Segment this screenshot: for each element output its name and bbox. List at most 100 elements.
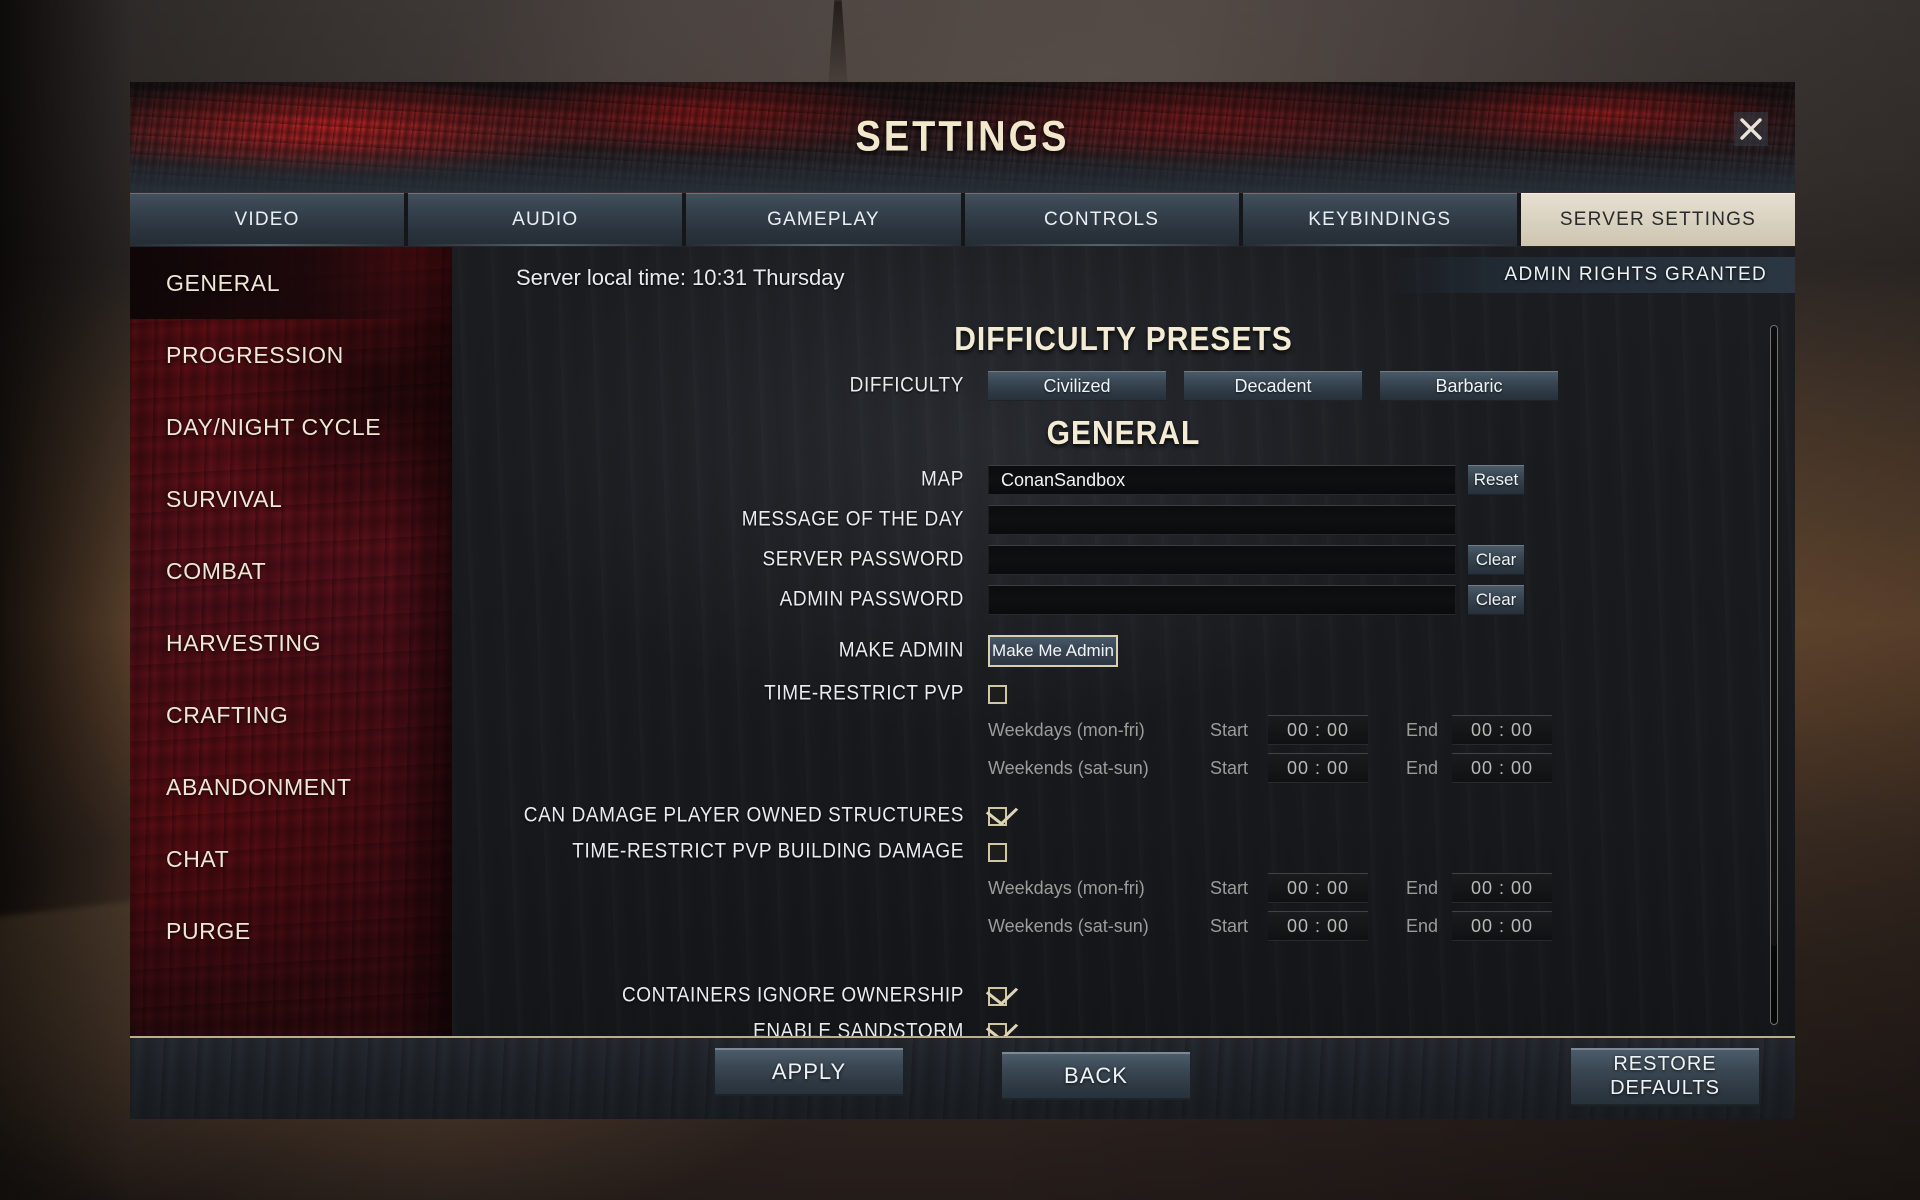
- difficulty-presets-heading: DIFFICULTY PRESETS: [954, 320, 1293, 358]
- server-password-row: SERVER PASSWORD Clear: [452, 545, 1795, 575]
- dialog-footer: APPLY BACK RESTORE DEFAULTS: [130, 1036, 1795, 1119]
- tab-label: SERVER SETTINGS: [1559, 209, 1756, 230]
- time-restrict-pvp-checkbox[interactable]: [988, 684, 1007, 704]
- sidebar-item-label: DAY/NIGHT CYCLE: [166, 413, 382, 440]
- building-weekdays-end-input[interactable]: 00 : 00: [1452, 873, 1552, 903]
- game-background: SETTINGS VIDEO AUDIO GAMEPLAY CONTROLS KEYBI…: [0, 0, 1920, 1200]
- building-weekdays-label: Weekdays (mon-fri): [988, 877, 1145, 898]
- motd-input[interactable]: [988, 505, 1456, 535]
- motd-row: MESSAGE OF THE DAY: [452, 505, 1795, 535]
- tab-video[interactable]: VIDEO: [130, 193, 405, 246]
- make-me-admin-button[interactable]: Make Me Admin: [988, 635, 1118, 667]
- restore-defaults-line2: DEFAULTS: [1610, 1077, 1720, 1099]
- scrollbar-thumb[interactable]: [1771, 326, 1777, 946]
- containers-ignore-ownership-row: CONTAINERS IGNORE OWNERSHIP: [452, 984, 1795, 1007]
- tab-keybindings[interactable]: KEYBINDINGS: [1242, 193, 1518, 246]
- restore-defaults-line1: RESTORE: [1613, 1053, 1717, 1076]
- pvp-weekends-row: Weekends (sat-sun) Start 00 : 00 End 00 …: [452, 753, 1795, 783]
- sidebar-item-abandonment[interactable]: ABANDONMENT: [130, 751, 452, 823]
- tab-audio[interactable]: AUDIO: [408, 193, 683, 246]
- settings-scroll-area[interactable]: DIFFICULTY PRESETS DIFFICULTY Civilized …: [452, 305, 1795, 1036]
- sidebar-item-label: COMBAT: [166, 557, 267, 584]
- map-reset-button[interactable]: Reset: [1468, 465, 1524, 495]
- sidebar-item-chat[interactable]: CHAT: [130, 823, 452, 895]
- pvp-weekends-end-input[interactable]: 00 : 00: [1452, 753, 1552, 783]
- pvp-weekdays-end-label: End: [1406, 719, 1439, 740]
- close-icon[interactable]: [1734, 112, 1768, 146]
- time-restrict-building-label: TIME-RESTRICT PVP BUILDING DAMAGE: [572, 839, 964, 863]
- sidebar-item-progression[interactable]: PROGRESSION: [130, 319, 452, 391]
- tab-label: GAMEPLAY: [767, 209, 880, 230]
- time-restrict-building-checkbox[interactable]: [988, 842, 1007, 862]
- sidebar-item-label: PURGE: [166, 917, 251, 944]
- difficulty-label: DIFFICULTY: [849, 373, 964, 397]
- admin-rights-label: ADMIN RIGHTS GRANTED: [1504, 264, 1767, 285]
- sidebar-item-harvesting[interactable]: HARVESTING: [130, 607, 452, 679]
- sidebar-item-label: CRAFTING: [166, 701, 289, 728]
- motd-label: MESSAGE OF THE DAY: [741, 507, 964, 531]
- preset-civilized-button[interactable]: Civilized: [988, 371, 1166, 401]
- pvp-weekdays-end-input[interactable]: 00 : 00: [1452, 715, 1552, 745]
- building-weekdays-end-label: End: [1406, 877, 1439, 898]
- enable-sandstorm-checkbox[interactable]: [988, 1022, 1007, 1036]
- building-weekends-end-label: End: [1406, 915, 1439, 936]
- server-password-input[interactable]: [988, 545, 1456, 575]
- sidebar-item-day-night-cycle[interactable]: DAY/NIGHT CYCLE: [130, 391, 452, 463]
- pvp-weekends-start-label: Start: [1210, 757, 1249, 778]
- admin-password-label: ADMIN PASSWORD: [779, 587, 964, 611]
- pvp-weekends-label: Weekends (sat-sun): [988, 757, 1149, 778]
- tab-label: KEYBINDINGS: [1308, 209, 1452, 230]
- tab-controls[interactable]: CONTROLS: [964, 193, 1239, 246]
- admin-password-clear-button[interactable]: Clear: [1468, 585, 1524, 615]
- sidebar-item-survival[interactable]: SURVIVAL: [130, 463, 452, 535]
- pvp-weekdays-start-input[interactable]: 00 : 00: [1268, 715, 1368, 745]
- sidebar-item-crafting[interactable]: CRAFTING: [130, 679, 452, 751]
- restore-defaults-button[interactable]: RESTORE DEFAULTS: [1571, 1048, 1759, 1106]
- pvp-weekends-start-input[interactable]: 00 : 00: [1268, 753, 1368, 783]
- preset-barbaric-button[interactable]: Barbaric: [1380, 371, 1558, 401]
- building-weekdays-start-label: Start: [1210, 877, 1249, 898]
- server-password-label: SERVER PASSWORD: [762, 547, 964, 571]
- background-spire: [827, 0, 849, 90]
- pvp-weekdays-row: Weekdays (mon-fri) Start 00 : 00 End 00 …: [452, 715, 1795, 745]
- page-title: SETTINGS: [855, 113, 1070, 161]
- enable-sandstorm-row: ENABLE SANDSTORM: [452, 1019, 1795, 1036]
- tab-label: VIDEO: [234, 209, 300, 230]
- preset-decadent-button[interactable]: Decadent: [1184, 371, 1362, 401]
- tab-gameplay[interactable]: GAMEPLAY: [686, 193, 961, 246]
- containers-ignore-ownership-checkbox[interactable]: [988, 986, 1007, 1006]
- difficulty-row: DIFFICULTY Civilized Decadent Barbaric: [452, 371, 1795, 401]
- pvp-weekends-end-label: End: [1406, 757, 1439, 778]
- server-local-time: Server local time: 10:31 Thursday: [516, 265, 845, 290]
- building-weekdays-start-input[interactable]: 00 : 00: [1268, 873, 1368, 903]
- server-password-clear-button[interactable]: Clear: [1468, 545, 1524, 575]
- dialog-body: GENERAL PROGRESSION DAY/NIGHT CYCLE SURVIVA…: [130, 246, 1795, 1036]
- tab-bar: VIDEO AUDIO GAMEPLAY CONTROLS KEYBINDINGS SER…: [130, 193, 1796, 246]
- sidebar-item-purge[interactable]: PURGE: [130, 895, 452, 967]
- dialog-titlebar: SETTINGS: [130, 82, 1795, 193]
- content-scrollbar[interactable]: [1770, 325, 1778, 1025]
- map-input[interactable]: ConanSandbox: [988, 465, 1456, 495]
- make-admin-label: MAKE ADMIN: [838, 638, 964, 662]
- building-weekends-start-label: Start: [1210, 915, 1249, 936]
- make-admin-row: MAKE ADMIN Make Me Admin: [452, 635, 1795, 667]
- sidebar-item-combat[interactable]: COMBAT: [130, 535, 452, 607]
- apply-button[interactable]: APPLY: [715, 1048, 903, 1096]
- building-weekends-label: Weekends (sat-sun): [988, 915, 1149, 936]
- sidebar-item-label: GENERAL: [166, 269, 281, 296]
- admin-password-input[interactable]: [988, 585, 1456, 615]
- back-button[interactable]: BACK: [1002, 1052, 1190, 1100]
- general-heading: GENERAL: [1046, 414, 1201, 452]
- building-weekends-end-input[interactable]: 00 : 00: [1452, 911, 1552, 941]
- sidebar-item-label: ABANDONMENT: [166, 773, 352, 800]
- building-weekends-start-input[interactable]: 00 : 00: [1268, 911, 1368, 941]
- settings-sidebar: GENERAL PROGRESSION DAY/NIGHT CYCLE SURVIVA…: [130, 247, 452, 1036]
- sidebar-item-general[interactable]: GENERAL: [130, 247, 452, 319]
- map-label: MAP: [921, 467, 964, 491]
- enable-sandstorm-label: ENABLE SANDSTORM: [753, 1019, 964, 1036]
- can-damage-structures-checkbox[interactable]: [988, 806, 1007, 826]
- time-restrict-building-row: TIME-RESTRICT PVP BUILDING DAMAGE: [452, 839, 1795, 863]
- map-row: MAP ConanSandbox Reset: [452, 465, 1795, 495]
- sidebar-item-label: CHAT: [166, 845, 230, 872]
- tab-server-settings[interactable]: SERVER SETTINGS: [1520, 193, 1796, 246]
